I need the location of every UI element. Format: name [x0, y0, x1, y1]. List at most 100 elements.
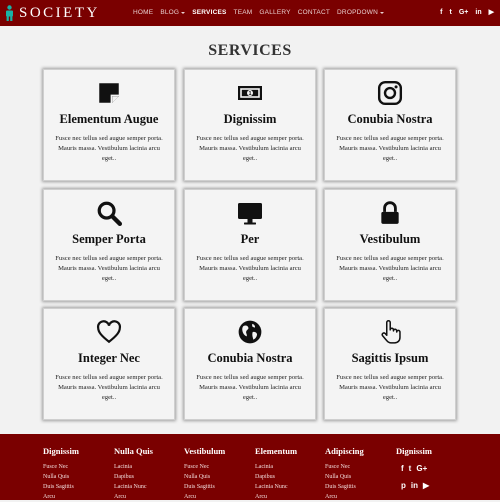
- nav-contact[interactable]: CONTACT: [298, 9, 330, 16]
- nav-gallery[interactable]: GALLERY: [259, 9, 290, 16]
- nav-home-label: HOME: [133, 9, 154, 16]
- youtube-icon[interactable]: ▶: [489, 8, 494, 16]
- service-title: Integer Nec: [78, 351, 140, 365]
- footer-link[interactable]: Arcu: [114, 492, 153, 502]
- service-card[interactable]: Conubia Nostra Fusce nec tellus sed augu…: [324, 69, 456, 181]
- top-navbar: SOCIETY HOME BLOG SERVICES TEAM GALLERY …: [0, 0, 500, 26]
- nav-blog-label: BLOG: [160, 9, 180, 16]
- svg-text:1: 1: [248, 91, 251, 97]
- footer-link[interactable]: Arcu: [43, 492, 79, 502]
- footer: Dignissim Fusce Nec Nulla Quis Duis Sagi…: [0, 434, 500, 500]
- instagram-icon: [377, 80, 403, 106]
- service-description: Fusce nec tellus sed augue semper porta.…: [55, 374, 163, 401]
- footer-heading: Dignissim: [396, 446, 432, 456]
- footer-column: Elementum Lacinia Dapibus Lacinia Nunc A…: [255, 446, 297, 502]
- twitter-icon[interactable]: t: [449, 9, 451, 16]
- youtube-icon[interactable]: ▶: [423, 481, 429, 490]
- footer-link[interactable]: Lacinia: [255, 462, 297, 472]
- brand-logo-link[interactable]: SOCIETY: [4, 3, 100, 23]
- nav-dropdown[interactable]: DROPDOWN: [337, 9, 384, 16]
- header-social-links: f t G+ in ▶: [440, 8, 494, 17]
- nav-home[interactable]: HOME: [133, 9, 153, 16]
- service-card[interactable]: Vestibulum Fusce nec tellus sed augue se…: [324, 189, 456, 301]
- service-description: Fusce nec tellus sed augue semper porta.…: [336, 374, 444, 401]
- footer-column: Adipiscing Fusce Nec Nulla Quis Duis Sag…: [325, 446, 364, 502]
- twitter-icon[interactable]: t: [409, 464, 412, 473]
- service-title: Sagittis Ipsum: [351, 351, 429, 365]
- linkedin-icon[interactable]: in: [411, 481, 418, 490]
- nav-blog[interactable]: BLOG: [160, 9, 186, 16]
- brand-name: SOCIETY: [19, 4, 100, 21]
- money-bill-icon: 1: [237, 80, 263, 106]
- heart-icon: [96, 319, 122, 345]
- linkedin-icon[interactable]: in: [475, 9, 481, 16]
- footer-link[interactable]: Arcu: [325, 492, 364, 502]
- service-description: Fusce nec tellus sed augue semper porta.…: [55, 135, 163, 162]
- service-card[interactable]: Sagittis Ipsum Fusce nec tellus sed augu…: [324, 308, 456, 420]
- service-title: Dignissim: [223, 112, 277, 126]
- footer-heading: Adipiscing: [325, 446, 364, 456]
- footer-link[interactable]: Dapibus: [114, 472, 153, 482]
- facebook-icon[interactable]: f: [440, 9, 442, 16]
- nav-team[interactable]: TEAM: [234, 9, 253, 16]
- footer-link[interactable]: Lacinia Nunc: [114, 482, 153, 492]
- pinterest-icon[interactable]: p: [401, 481, 406, 490]
- chevron-down-icon: [181, 11, 186, 14]
- search-icon: [96, 200, 122, 226]
- footer-heading: Nulla Quis: [114, 446, 153, 456]
- service-card[interactable]: Conubia Nostra Fusce nec tellus sed augu…: [184, 308, 316, 420]
- footer-link[interactable]: Nulla Quis: [184, 472, 225, 482]
- footer-link[interactable]: Dapibus: [255, 472, 297, 482]
- google-plus-icon[interactable]: G+: [459, 9, 469, 16]
- page-title: SERVICES: [208, 42, 292, 59]
- footer-link[interactable]: Duis Sagittis: [184, 482, 225, 492]
- footer-link[interactable]: Nulla Quis: [325, 472, 364, 482]
- footer-link[interactable]: Lacinia: [114, 462, 153, 472]
- footer-heading: Vestibulum: [184, 446, 226, 456]
- chevron-down-icon: [380, 11, 384, 14]
- service-title: Per: [240, 232, 260, 246]
- nav-services[interactable]: SERVICES: [192, 9, 226, 16]
- nav-gallery-label: GALLERY: [259, 9, 291, 16]
- service-description: Fusce nec tellus sed augue semper porta.…: [196, 135, 304, 162]
- nav-team-label: TEAM: [233, 9, 253, 16]
- lock-icon: [377, 200, 403, 226]
- footer-column: Vestibulum Fusce Nec Nulla Quis Duis Sag…: [184, 446, 225, 502]
- service-card[interactable]: 1 Dignissim Fusce nec tellus sed augue s…: [184, 69, 316, 181]
- service-description: Fusce nec tellus sed augue semper porta.…: [196, 374, 304, 401]
- service-title: Conubia Nostra: [207, 351, 293, 365]
- main-nav: HOME BLOG SERVICES TEAM GALLERY CONTACT …: [133, 9, 384, 16]
- nav-contact-label: CONTACT: [297, 9, 331, 16]
- footer-column: Dignissim: [396, 446, 432, 462]
- service-card[interactable]: Integer Nec Fusce nec tellus sed augue s…: [43, 308, 175, 420]
- footer-link[interactable]: Lacinia Nunc: [255, 482, 297, 492]
- service-description: Fusce nec tellus sed augue semper porta.…: [55, 255, 163, 282]
- footer-heading: Dignissim: [43, 446, 79, 456]
- footer-link[interactable]: Arcu: [255, 492, 297, 502]
- service-title: Vestibulum: [359, 232, 421, 246]
- service-description: Fusce nec tellus sed augue semper porta.…: [336, 135, 444, 162]
- service-card[interactable]: Semper Porta Fusce nec tellus sed augue …: [43, 189, 175, 301]
- google-plus-icon[interactable]: G+: [416, 464, 427, 473]
- hand-pointer-icon: [377, 319, 403, 345]
- service-card[interactable]: Per Fusce nec tellus sed augue semper po…: [184, 189, 316, 301]
- footer-column: Dignissim Fusce Nec Nulla Quis Duis Sagi…: [43, 446, 79, 502]
- service-title: Elementum Augue: [59, 112, 159, 126]
- footer-social-links: f t G+ p in ▶: [401, 464, 451, 498]
- footer-column: Nulla Quis Lacinia Dapibus Lacinia Nunc …: [114, 446, 153, 502]
- person-logo-icon: [6, 5, 13, 21]
- footer-heading: Elementum: [255, 446, 298, 456]
- service-title: Semper Porta: [72, 232, 146, 246]
- globe-icon: [237, 319, 263, 345]
- footer-link[interactable]: Duis Sagittis: [43, 482, 79, 492]
- service-card[interactable]: Elementum Augue Fusce nec tellus sed aug…: [43, 69, 175, 181]
- sticky-note-icon: [96, 80, 122, 106]
- footer-link[interactable]: Fusce Nec: [184, 462, 225, 472]
- footer-link[interactable]: Arcu: [184, 492, 225, 502]
- footer-link[interactable]: Nulla Quis: [43, 472, 79, 482]
- footer-link[interactable]: Fusce Nec: [43, 462, 79, 472]
- service-description: Fusce nec tellus sed augue semper porta.…: [336, 255, 444, 282]
- footer-link[interactable]: Duis Sagittis: [325, 482, 364, 492]
- facebook-icon[interactable]: f: [401, 464, 404, 473]
- footer-link[interactable]: Fusce Nec: [325, 462, 364, 472]
